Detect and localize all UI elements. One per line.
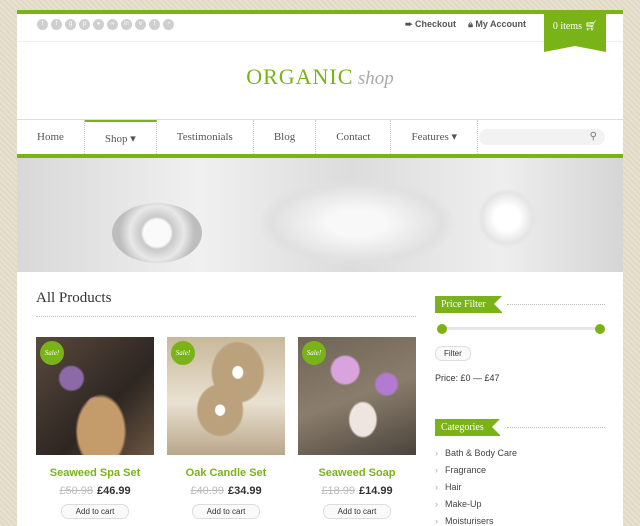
product-name[interactable]: Oak Candle Set <box>167 467 285 479</box>
account-links: ➨ Checkout 🔒︎ My Account <box>405 19 526 30</box>
filter-button[interactable]: Filter <box>435 346 471 361</box>
slider-track <box>441 327 601 330</box>
checkout-link[interactable]: ➨ Checkout <box>405 19 456 30</box>
dribbble-icon[interactable]: ● <box>93 19 104 30</box>
price-slider[interactable] <box>437 324 605 334</box>
slider-handle-max[interactable] <box>595 324 605 334</box>
category-link[interactable]: Bath & Body Care <box>435 445 517 462</box>
nav-contact[interactable]: Contact <box>316 120 392 154</box>
arrow-right-icon: ➨ <box>405 19 416 29</box>
google-plus-icon[interactable]: g <box>65 19 76 30</box>
my-account-link[interactable]: 🔒︎ My Account <box>468 19 526 30</box>
site-logo[interactable]: ORGANIC shop <box>17 64 623 90</box>
divider <box>507 304 605 305</box>
product-price: £50.98 £46.99 <box>36 485 154 497</box>
logo-primary: ORGANIC <box>246 64 354 89</box>
nav-home[interactable]: Home <box>17 120 85 154</box>
sale-badge: Sale! <box>40 341 64 365</box>
cart-icon: 🛒︎ <box>584 21 598 32</box>
top-bar: t f g p ● ∞ in v t ◔ ➨ Checkout 🔒︎ My Ac… <box>17 10 623 52</box>
product-image[interactable]: Sale! <box>298 337 416 455</box>
old-price: £40.99 <box>190 485 224 497</box>
pinterest-icon[interactable]: p <box>79 19 90 30</box>
divider <box>507 427 605 428</box>
sale-price: £46.99 <box>97 485 131 497</box>
product-name[interactable]: Seaweed Soap <box>298 467 416 479</box>
category-link[interactable]: Fragrance <box>435 462 517 479</box>
category-list: Bath & Body Care Fragrance Hair Make-Up … <box>435 445 517 526</box>
main-nav: Home Shop ▾ Testimonials Blog Contact Fe… <box>17 119 623 158</box>
cart-button[interactable]: 0 items 🛒︎ <box>544 14 606 52</box>
product-image[interactable]: Sale! <box>167 337 285 455</box>
flower-image <box>477 188 537 248</box>
search-input[interactable]: ⚲ <box>479 129 605 145</box>
facebook-icon[interactable]: f <box>51 19 62 30</box>
product-price: £40.99 £34.99 <box>167 485 285 497</box>
product-name[interactable]: Seaweed Spa Set <box>36 467 154 479</box>
page-title: All Products <box>36 290 112 306</box>
logo-secondary: shop <box>357 68 394 89</box>
product-card[interactable]: Sale! Oak Candle Set £40.99 £34.99 Add to… <box>167 337 285 519</box>
add-to-cart-button[interactable]: Add to cart <box>323 504 391 519</box>
nav-testimonials[interactable]: Testimonials <box>157 120 254 154</box>
social-links: t f g p ● ∞ in v t ◔ <box>37 19 174 30</box>
add-to-cart-button[interactable]: Add to cart <box>61 504 129 519</box>
old-price: £18.99 <box>321 485 355 497</box>
slider-handle-min[interactable] <box>437 324 447 334</box>
divider <box>36 316 416 317</box>
rss-icon[interactable]: ◔ <box>163 19 174 30</box>
flickr-icon[interactable]: ∞ <box>107 19 118 30</box>
sale-price: £14.99 <box>359 485 393 497</box>
vimeo-icon[interactable]: v <box>135 19 146 30</box>
sale-badge: Sale! <box>302 341 326 365</box>
cart-count: 0 items <box>552 21 582 32</box>
widget-title: Price Filter <box>435 296 502 313</box>
price-filter-widget: Price Filter Filter Price: £0 — £47 <box>435 294 605 394</box>
linkedin-icon[interactable]: in <box>121 19 132 30</box>
page: t f g p ● ∞ in v t ◔ ➨ Checkout 🔒︎ My Ac… <box>17 10 623 526</box>
sale-badge: Sale! <box>171 341 195 365</box>
candle-image <box>112 203 202 263</box>
nav-shop[interactable]: Shop ▾ <box>84 120 157 154</box>
twitter-icon[interactable]: t <box>37 19 48 30</box>
product-card[interactable]: Sale! Seaweed Soap £18.99 £14.99 Add to c… <box>298 337 416 519</box>
category-link[interactable]: Moisturisers <box>435 513 517 526</box>
product-price: £18.99 £14.99 <box>298 485 416 497</box>
old-price: £50.98 <box>59 485 93 497</box>
search-icon[interactable]: ⚲ <box>590 131 597 142</box>
categories-widget: Categories Bath & Body Care Fragrance Ha… <box>435 417 605 526</box>
widget-title: Categories <box>435 419 500 436</box>
product-image[interactable]: Sale! <box>36 337 154 455</box>
nav-blog[interactable]: Blog <box>254 120 317 154</box>
hero-banner <box>17 158 623 272</box>
nav-features[interactable]: Features ▾ <box>391 120 479 154</box>
price-range-label: Price: £0 — £47 <box>435 373 500 383</box>
add-to-cart-button[interactable]: Add to cart <box>192 504 260 519</box>
product-card[interactable]: Sale! Seaweed Spa Set £50.98 £46.99 Add t… <box>36 337 154 519</box>
sale-price: £34.99 <box>228 485 262 497</box>
category-link[interactable]: Hair <box>435 479 517 496</box>
tumblr-icon[interactable]: t <box>149 19 160 30</box>
fabric-image <box>257 178 457 268</box>
category-link[interactable]: Make-Up <box>435 496 517 513</box>
